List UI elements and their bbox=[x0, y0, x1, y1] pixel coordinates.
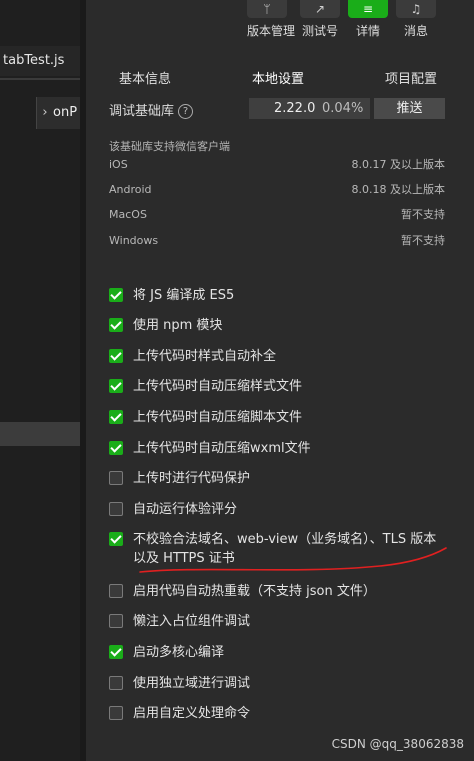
red-underline-annotation bbox=[139, 547, 447, 573]
watermark: CSDN @qq_38062838 bbox=[331, 737, 464, 751]
